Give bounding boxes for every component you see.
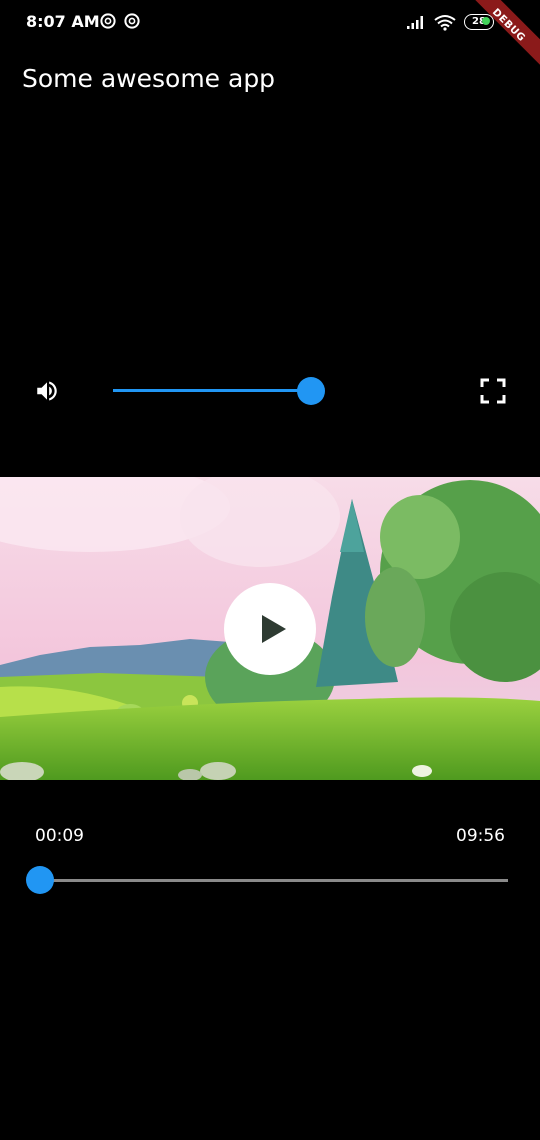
app-title: Some awesome app bbox=[22, 64, 276, 93]
circle-a-icon bbox=[100, 13, 116, 29]
progress-thumb[interactable] bbox=[26, 866, 54, 894]
volume-slider-track[interactable] bbox=[113, 389, 311, 392]
play-button[interactable] bbox=[224, 583, 316, 675]
status-time: 8:07 AM bbox=[26, 12, 100, 31]
current-time: 00:09 bbox=[35, 826, 84, 846]
wifi-icon bbox=[434, 14, 456, 31]
volume-slider-thumb[interactable] bbox=[297, 377, 325, 405]
circle-a-icon bbox=[124, 13, 140, 29]
cell-signal-icon bbox=[407, 16, 423, 29]
screen: 8:07 AM 28 DEBUG Some awesome app 00:09 … bbox=[0, 0, 540, 1140]
status-bar: 8:07 AM 28 bbox=[0, 0, 540, 44]
charging-dot bbox=[482, 17, 490, 25]
battery-icon: 28 bbox=[464, 14, 494, 30]
volume-up-icon[interactable] bbox=[34, 378, 60, 404]
total-time: 09:56 bbox=[456, 826, 505, 846]
play-icon bbox=[262, 615, 286, 643]
progress-track[interactable] bbox=[40, 879, 508, 882]
fullscreen-icon[interactable] bbox=[479, 377, 507, 405]
